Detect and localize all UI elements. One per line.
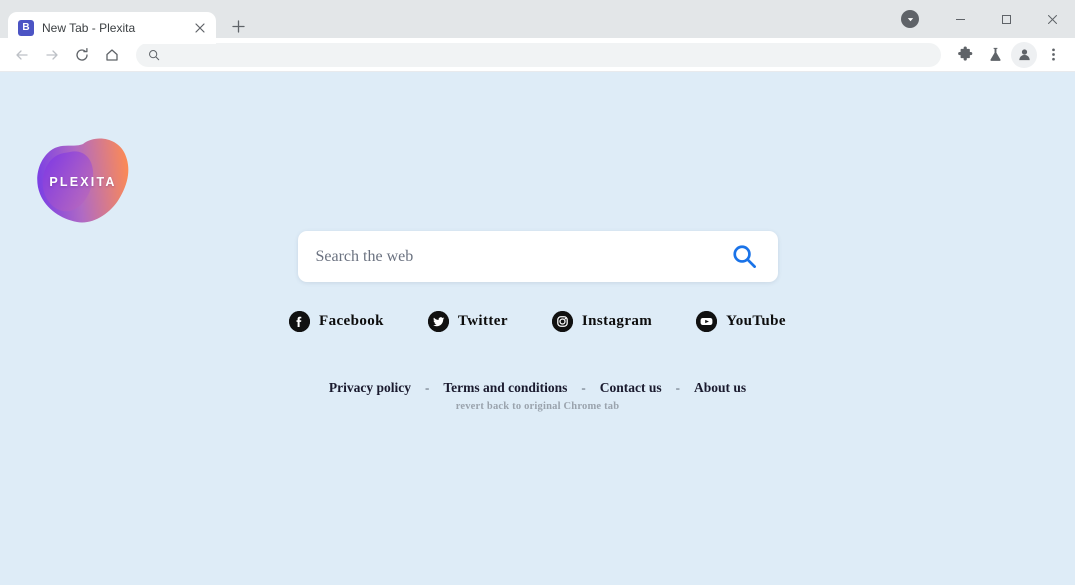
- chrome-menu-button[interactable]: [1039, 41, 1067, 69]
- labs-button[interactable]: [981, 41, 1009, 69]
- plus-icon: [231, 19, 245, 33]
- footer-link-contact-us[interactable]: Contact us: [600, 380, 662, 396]
- person-avatar-icon: [1018, 49, 1030, 61]
- social-link-twitter[interactable]: Twitter: [427, 311, 508, 332]
- facebook-icon: [289, 311, 311, 332]
- window-minimize-button[interactable]: [937, 3, 983, 35]
- new-tab-center-column: Facebook Twitter: [0, 72, 1075, 412]
- youtube-icon: [696, 311, 718, 332]
- footer-link-about-us[interactable]: About us: [694, 380, 746, 396]
- puzzle-icon: [957, 46, 972, 61]
- social-link-label: Twitter: [457, 313, 508, 329]
- tab-close-icon[interactable]: [192, 20, 208, 36]
- tab-favicon: B: [18, 20, 34, 36]
- tab-title: New Tab - Plexita: [42, 21, 136, 35]
- footer-links: Privacy policy - Terms and conditions - …: [329, 380, 746, 396]
- web-search-box[interactable]: [297, 231, 778, 282]
- footer-separator: -: [581, 380, 586, 395]
- browser-window: B New Tab - Plexita PLEXITA Search the w…: [0, 0, 1075, 585]
- address-bar[interactable]: [136, 42, 941, 67]
- social-link-facebook[interactable]: Facebook: [289, 311, 384, 332]
- reload-button[interactable]: [68, 41, 96, 69]
- back-button[interactable]: [8, 41, 36, 69]
- beaker-icon: [989, 47, 1001, 61]
- window-close-button[interactable]: [1029, 3, 1075, 35]
- toolbar-right-actions: [951, 41, 1067, 69]
- search-input[interactable]: [315, 231, 728, 282]
- social-link-label: Instagram: [581, 313, 653, 329]
- profile-button[interactable]: [1011, 41, 1037, 68]
- footer-link-terms-and-conditions[interactable]: Terms and conditions: [443, 380, 567, 396]
- arrow-right-icon: [46, 49, 58, 60]
- tab-new-tab-plexita[interactable]: B New Tab - Plexita: [8, 12, 216, 44]
- search-icon: [149, 49, 160, 60]
- window-maximize-button[interactable]: [983, 3, 1029, 35]
- extensions-button[interactable]: [951, 41, 979, 69]
- footer-separator: -: [675, 380, 680, 395]
- new-tab-button[interactable]: [224, 12, 252, 40]
- home-button[interactable]: [98, 41, 126, 69]
- page-footer: Privacy policy - Terms and conditions - …: [329, 380, 746, 412]
- social-link-youtube[interactable]: YouTube: [696, 311, 786, 332]
- search-submit-button[interactable]: [728, 240, 762, 274]
- footer-link-privacy-policy[interactable]: Privacy policy: [329, 380, 411, 396]
- footer-separator: -: [425, 380, 430, 395]
- social-link-instagram[interactable]: Instagram: [551, 311, 653, 332]
- titlebar-right-controls: [901, 0, 1075, 38]
- arrow-left-icon: [16, 49, 28, 60]
- instagram-icon: [551, 311, 573, 332]
- three-dot-menu-icon: [1051, 48, 1055, 61]
- new-tab-page: PLEXITA Search the web Facebook Twitter …: [0, 72, 1075, 585]
- search-icon: [733, 245, 756, 268]
- social-link-label: YouTube: [726, 313, 786, 329]
- home-icon: [106, 48, 118, 61]
- forward-button[interactable]: [38, 41, 66, 69]
- tab-strip: B New Tab - Plexita: [0, 0, 1075, 44]
- reload-icon: [76, 47, 88, 61]
- social-link-label: Facebook: [319, 313, 384, 329]
- twitter-icon: [427, 311, 449, 332]
- revert-to-chrome-tab-note[interactable]: revert back to original Chrome tab: [456, 401, 620, 412]
- social-links-row: Facebook Twitter Instagram YouTube: [289, 311, 786, 332]
- download-badge-icon[interactable]: [901, 10, 919, 28]
